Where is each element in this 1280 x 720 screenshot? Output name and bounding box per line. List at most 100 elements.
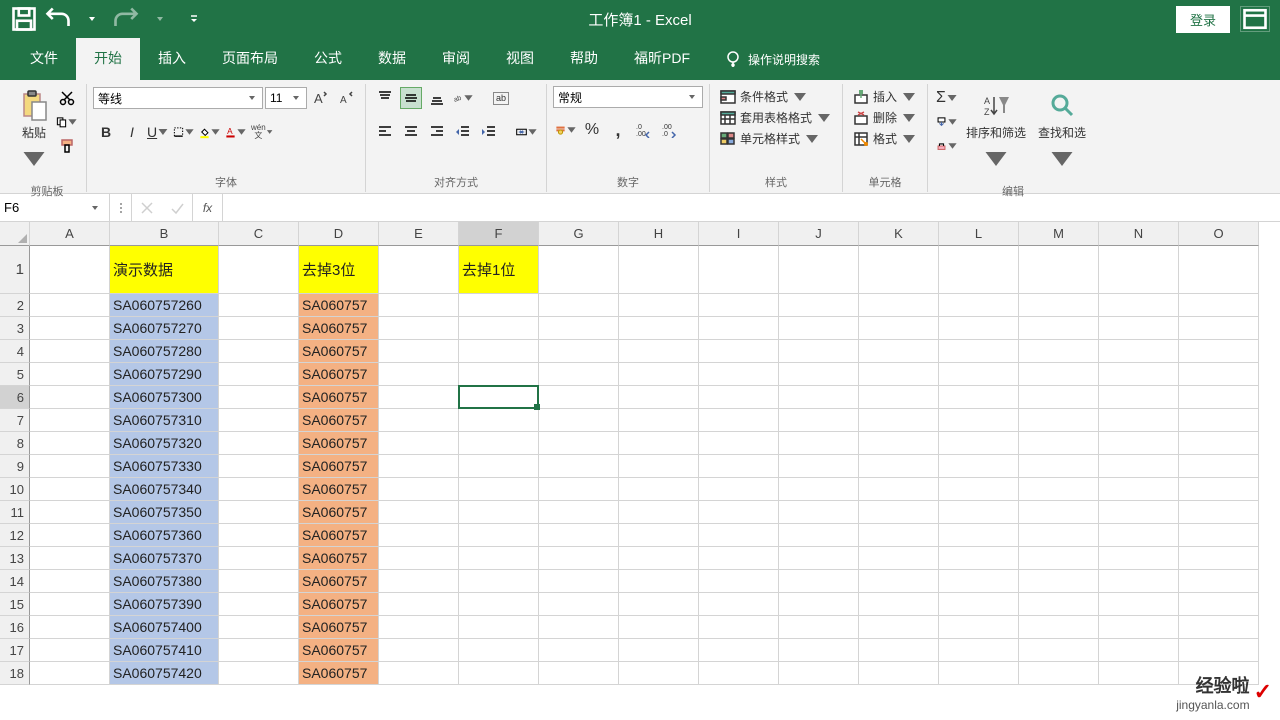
cell-H16[interactable] xyxy=(619,616,699,639)
row-header-2[interactable]: 2 xyxy=(0,294,30,317)
orientation-button[interactable]: ab xyxy=(452,87,474,109)
row-header-10[interactable]: 10 xyxy=(0,478,30,501)
cell-J7[interactable] xyxy=(779,409,859,432)
cell-C9[interactable] xyxy=(219,455,299,478)
cell-A7[interactable] xyxy=(30,409,110,432)
cell-O12[interactable] xyxy=(1179,524,1259,547)
cell-B1[interactable]: 演示数据 xyxy=(110,246,219,294)
cell-D7[interactable]: SA060757 xyxy=(299,409,379,432)
cell-N13[interactable] xyxy=(1099,547,1179,570)
cell-O17[interactable] xyxy=(1179,639,1259,662)
border-button[interactable] xyxy=(173,121,195,143)
column-header-G[interactable]: G xyxy=(539,222,619,246)
cell-M9[interactable] xyxy=(1019,455,1099,478)
insert-cells-button[interactable]: 插入 xyxy=(849,86,921,107)
cell-I18[interactable] xyxy=(699,662,779,685)
italic-button[interactable]: I xyxy=(121,121,143,143)
column-header-O[interactable]: O xyxy=(1179,222,1259,246)
cell-K12[interactable] xyxy=(859,524,939,547)
cell-K17[interactable] xyxy=(859,639,939,662)
cell-A11[interactable] xyxy=(30,501,110,524)
cell-O6[interactable] xyxy=(1179,386,1259,409)
redo-button[interactable] xyxy=(112,6,140,32)
align-left-button[interactable] xyxy=(374,121,396,143)
cell-D8[interactable]: SA060757 xyxy=(299,432,379,455)
cell-N16[interactable] xyxy=(1099,616,1179,639)
cell-C11[interactable] xyxy=(219,501,299,524)
cell-I2[interactable] xyxy=(699,294,779,317)
cell-N8[interactable] xyxy=(1099,432,1179,455)
cell-C5[interactable] xyxy=(219,363,299,386)
cell-J1[interactable] xyxy=(779,246,859,294)
cell-M6[interactable] xyxy=(1019,386,1099,409)
cell-D6[interactable]: SA060757 xyxy=(299,386,379,409)
cell-D12[interactable]: SA060757 xyxy=(299,524,379,547)
enter-formula-button[interactable] xyxy=(162,201,192,215)
cell-B13[interactable]: SA060757370 xyxy=(110,547,219,570)
tab-help[interactable]: 帮助 xyxy=(552,38,616,80)
wrap-text-button[interactable]: ab xyxy=(490,87,512,109)
paste-button[interactable]: 粘贴 xyxy=(14,86,54,179)
cell-K10[interactable] xyxy=(859,478,939,501)
cell-M10[interactable] xyxy=(1019,478,1099,501)
cell-M16[interactable] xyxy=(1019,616,1099,639)
cell-M8[interactable] xyxy=(1019,432,1099,455)
cell-G3[interactable] xyxy=(539,317,619,340)
cell-O5[interactable] xyxy=(1179,363,1259,386)
column-header-I[interactable]: I xyxy=(699,222,779,246)
cell-H3[interactable] xyxy=(619,317,699,340)
cell-G5[interactable] xyxy=(539,363,619,386)
row-header-5[interactable]: 5 xyxy=(0,363,30,386)
cell-L12[interactable] xyxy=(939,524,1019,547)
cell-O9[interactable] xyxy=(1179,455,1259,478)
cell-G8[interactable] xyxy=(539,432,619,455)
cell-A15[interactable] xyxy=(30,593,110,616)
cell-H18[interactable] xyxy=(619,662,699,685)
cell-M1[interactable] xyxy=(1019,246,1099,294)
cell-C14[interactable] xyxy=(219,570,299,593)
cell-J17[interactable] xyxy=(779,639,859,662)
cell-B18[interactable]: SA060757420 xyxy=(110,662,219,685)
cell-L10[interactable] xyxy=(939,478,1019,501)
autosum-button[interactable]: Σ xyxy=(936,87,958,109)
cell-H14[interactable] xyxy=(619,570,699,593)
cell-B14[interactable]: SA060757380 xyxy=(110,570,219,593)
cell-B7[interactable]: SA060757310 xyxy=(110,409,219,432)
cell-A16[interactable] xyxy=(30,616,110,639)
cell-M5[interactable] xyxy=(1019,363,1099,386)
cell-E13[interactable] xyxy=(379,547,459,570)
cell-B11[interactable]: SA060757350 xyxy=(110,501,219,524)
row-header-16[interactable]: 16 xyxy=(0,616,30,639)
cell-M11[interactable] xyxy=(1019,501,1099,524)
cell-G13[interactable] xyxy=(539,547,619,570)
cell-D14[interactable]: SA060757 xyxy=(299,570,379,593)
cell-F8[interactable] xyxy=(459,432,539,455)
row-header-17[interactable]: 17 xyxy=(0,639,30,662)
cell-C4[interactable] xyxy=(219,340,299,363)
cell-E17[interactable] xyxy=(379,639,459,662)
cell-E18[interactable] xyxy=(379,662,459,685)
cell-O16[interactable] xyxy=(1179,616,1259,639)
save-button[interactable] xyxy=(10,6,38,32)
cell-F1[interactable]: 去掉1位 xyxy=(459,246,539,294)
cell-J13[interactable] xyxy=(779,547,859,570)
cell-F9[interactable] xyxy=(459,455,539,478)
cell-K13[interactable] xyxy=(859,547,939,570)
cell-H11[interactable] xyxy=(619,501,699,524)
clear-button[interactable] xyxy=(936,135,958,157)
cell-J9[interactable] xyxy=(779,455,859,478)
cancel-formula-button[interactable] xyxy=(132,201,162,215)
cell-C17[interactable] xyxy=(219,639,299,662)
cell-E4[interactable] xyxy=(379,340,459,363)
decrease-indent-button[interactable] xyxy=(452,121,474,143)
cell-N6[interactable] xyxy=(1099,386,1179,409)
tab-home[interactable]: 开始 xyxy=(76,38,140,80)
cell-I17[interactable] xyxy=(699,639,779,662)
bottom-align-button[interactable] xyxy=(426,87,448,109)
column-header-F[interactable]: F xyxy=(459,222,539,246)
cell-K3[interactable] xyxy=(859,317,939,340)
cell-B6[interactable]: SA060757300 xyxy=(110,386,219,409)
cell-A18[interactable] xyxy=(30,662,110,685)
cell-F11[interactable] xyxy=(459,501,539,524)
cell-I7[interactable] xyxy=(699,409,779,432)
